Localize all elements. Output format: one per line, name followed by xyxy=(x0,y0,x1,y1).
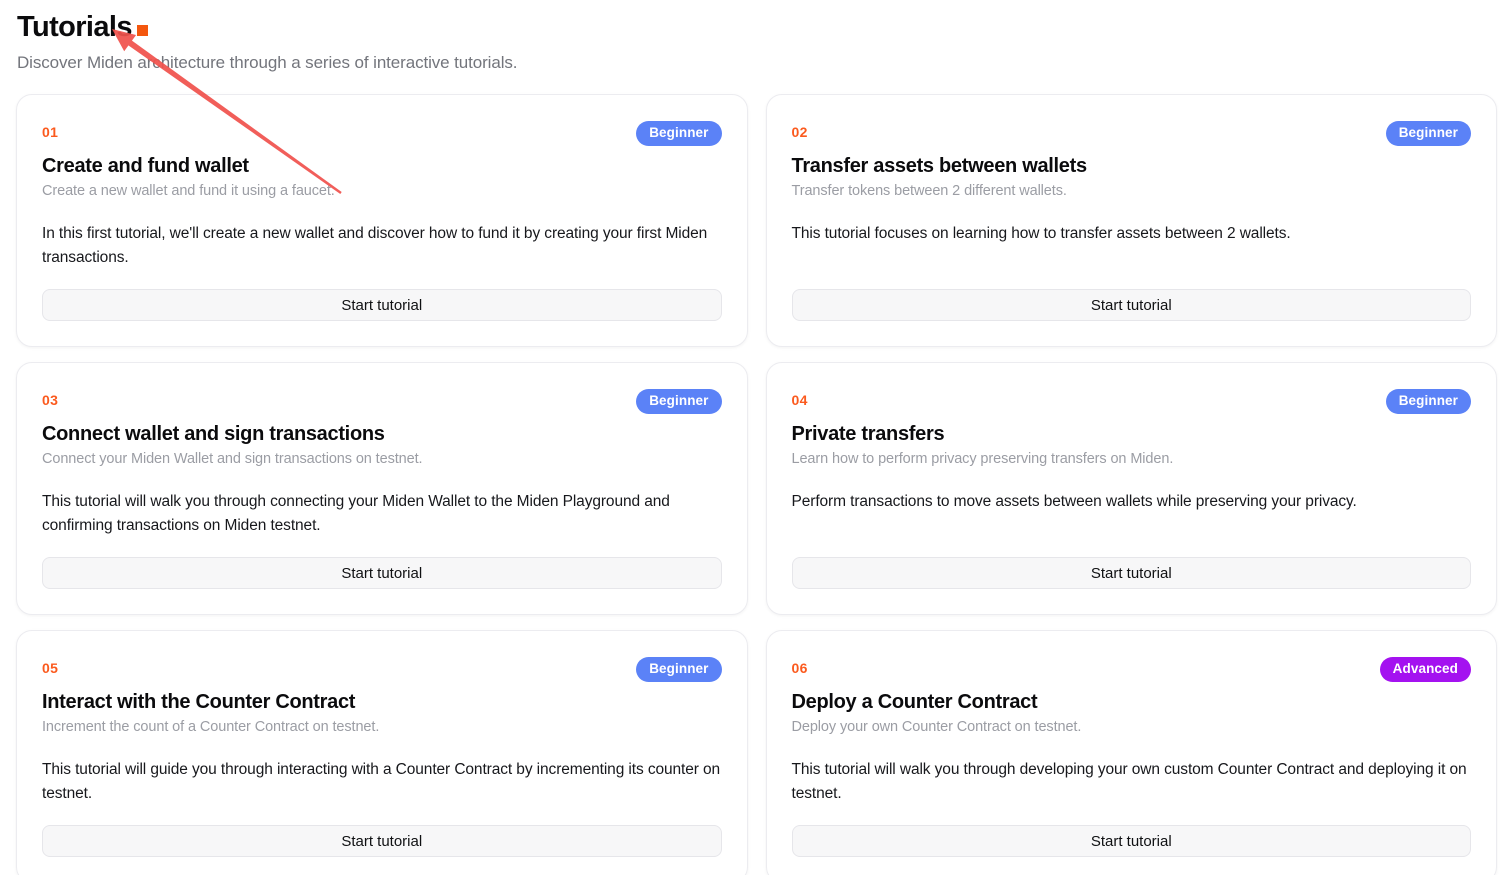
page-subtitle: Discover Miden architecture through a se… xyxy=(17,53,1497,73)
tutorial-number: 04 xyxy=(792,389,808,408)
tutorial-description: This tutorial focuses on learning how to… xyxy=(792,222,1472,246)
tutorial-title: Private transfers xyxy=(792,423,1472,446)
tutorial-number: 03 xyxy=(42,389,58,408)
card-top-row: 01 Beginner xyxy=(42,121,722,146)
card-top-row: 02 Beginner xyxy=(792,121,1472,146)
start-tutorial-button[interactable]: Start tutorial xyxy=(42,557,722,589)
tutorial-subtitle: Learn how to perform privacy preserving … xyxy=(792,451,1472,467)
difficulty-badge: Beginner xyxy=(636,389,721,414)
start-tutorial-button[interactable]: Start tutorial xyxy=(792,289,1472,321)
tutorial-number: 06 xyxy=(792,657,808,676)
tutorials-page: Tutorials Discover Miden architecture th… xyxy=(0,0,1507,875)
tutorial-subtitle: Increment the count of a Counter Contrac… xyxy=(42,719,722,735)
tutorial-title: Interact with the Counter Contract xyxy=(42,691,722,714)
page-title: Tutorials xyxy=(17,7,1497,44)
start-tutorial-button[interactable]: Start tutorial xyxy=(42,289,722,321)
card-top-row: 04 Beginner xyxy=(792,389,1472,414)
page-title-text: Tutorials xyxy=(17,11,132,43)
tutorial-number: 01 xyxy=(42,121,58,140)
tutorial-number: 02 xyxy=(792,121,808,140)
start-tutorial-button[interactable]: Start tutorial xyxy=(792,557,1472,589)
card-top-row: 06 Advanced xyxy=(792,657,1472,682)
tutorial-card-05: 05 Beginner Interact with the Counter Co… xyxy=(16,630,748,875)
start-tutorial-button[interactable]: Start tutorial xyxy=(792,825,1472,857)
tutorial-number: 05 xyxy=(42,657,58,676)
tutorial-card-grid: 01 Beginner Create and fund wallet Creat… xyxy=(16,94,1497,875)
card-top-row: 03 Beginner xyxy=(42,389,722,414)
difficulty-badge: Beginner xyxy=(1386,121,1471,146)
tutorial-card-04: 04 Beginner Private transfers Learn how … xyxy=(766,362,1498,615)
start-tutorial-button[interactable]: Start tutorial xyxy=(42,825,722,857)
tutorial-title: Connect wallet and sign transactions xyxy=(42,423,722,446)
tutorial-subtitle: Deploy your own Counter Contract on test… xyxy=(792,719,1472,735)
difficulty-badge: Beginner xyxy=(636,657,721,682)
tutorial-subtitle: Connect your Miden Wallet and sign trans… xyxy=(42,451,722,467)
tutorial-subtitle: Transfer tokens between 2 different wall… xyxy=(792,183,1472,199)
tutorial-card-06: 06 Advanced Deploy a Counter Contract De… xyxy=(766,630,1498,875)
tutorial-card-01: 01 Beginner Create and fund wallet Creat… xyxy=(16,94,748,347)
tutorial-description: Perform transactions to move assets betw… xyxy=(792,490,1472,514)
tutorial-description: This tutorial will walk you through conn… xyxy=(42,490,722,538)
difficulty-badge: Beginner xyxy=(1386,389,1471,414)
tutorial-subtitle: Create a new wallet and fund it using a … xyxy=(42,183,722,199)
tutorial-description: This tutorial will walk you through deve… xyxy=(792,758,1472,806)
tutorial-card-03: 03 Beginner Connect wallet and sign tran… xyxy=(16,362,748,615)
difficulty-badge: Advanced xyxy=(1380,657,1471,682)
tutorial-title: Create and fund wallet xyxy=(42,155,722,178)
card-top-row: 05 Beginner xyxy=(42,657,722,682)
orange-square-icon xyxy=(137,25,148,36)
tutorial-description: This tutorial will guide you through int… xyxy=(42,758,722,806)
tutorial-card-02: 02 Beginner Transfer assets between wall… xyxy=(766,94,1498,347)
page-header: Tutorials Discover Miden architecture th… xyxy=(16,7,1497,73)
difficulty-badge: Beginner xyxy=(636,121,721,146)
tutorial-description: In this first tutorial, we'll create a n… xyxy=(42,222,722,270)
tutorial-title: Transfer assets between wallets xyxy=(792,155,1472,178)
tutorial-title: Deploy a Counter Contract xyxy=(792,691,1472,714)
